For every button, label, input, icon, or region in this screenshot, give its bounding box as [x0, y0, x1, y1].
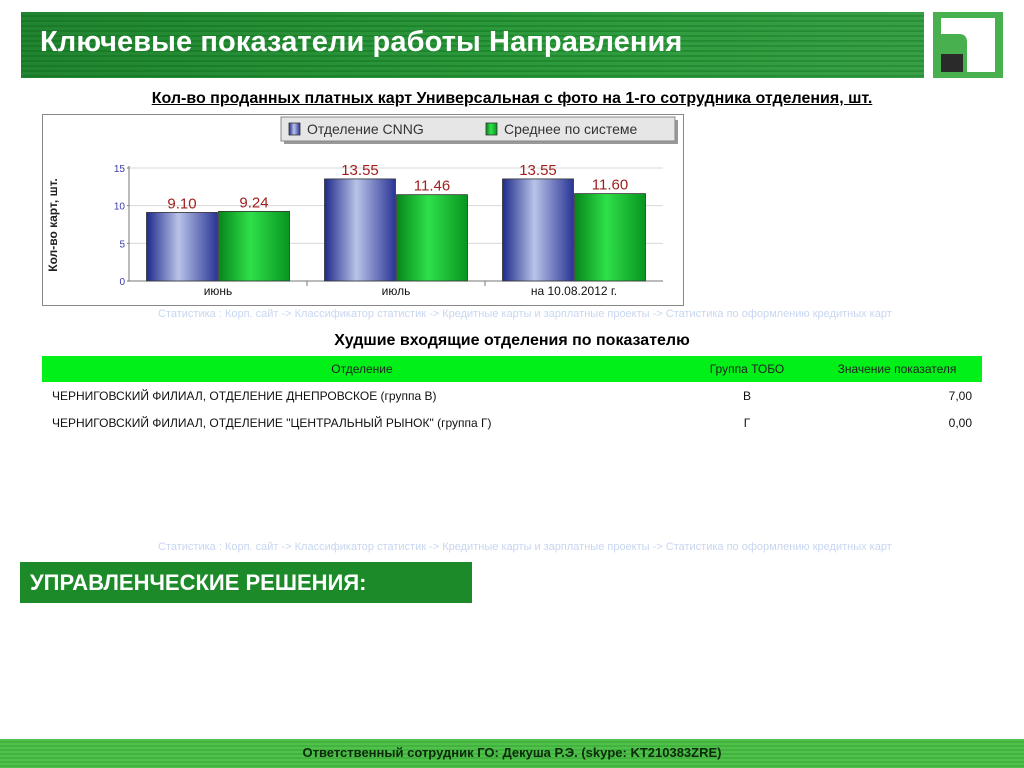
- bar-average: [574, 193, 646, 282]
- cell-group: Г: [743, 415, 751, 430]
- cell-group: В: [742, 388, 751, 403]
- bar-average: [396, 194, 468, 282]
- legend-label: Отделение CNNG: [307, 121, 424, 137]
- x-tick-label: июнь: [204, 284, 233, 298]
- legend-swatch: [485, 122, 498, 136]
- legend-swatch: [288, 122, 301, 136]
- column-header-value[interactable]: Значение показателя: [812, 362, 982, 376]
- bank-logo: [933, 12, 1003, 78]
- footer-contact: Ответственный сотрудник ГО: Декуша Р.Э. …: [302, 745, 722, 760]
- data-label: 13.55: [519, 162, 557, 179]
- y-tick-label: 0: [119, 277, 125, 288]
- bar-office: [502, 178, 574, 282]
- table-row: ЧЕРНИГОВСКИЙ ФИЛИАЛ, ОТДЕЛЕНИЕ "ЦЕНТРАЛЬ…: [42, 409, 982, 436]
- cell-value: 7,00: [948, 388, 972, 403]
- column-header-office[interactable]: Отделение: [42, 362, 682, 376]
- chart-title: Кол-во проданных платных карт Универсаль…: [151, 90, 873, 107]
- y-tick-label: 10: [114, 202, 126, 213]
- bar-chart: Кол-во карт, шт. 0 5 10 15 9.10 9.24 июнь 13.55 1…: [42, 114, 684, 306]
- cell-value: 0,00: [948, 415, 972, 430]
- breadcrumb-link-bottom[interactable]: Статистика : Корп. сайт -> Классификатор…: [158, 541, 1016, 553]
- worst-table: Отделение Группа ТОБО Значение показател…: [42, 356, 982, 436]
- breadcrumb-link-top[interactable]: Статистика : Корп. сайт -> Классификатор…: [158, 308, 1016, 320]
- data-label: 11.46: [414, 178, 450, 195]
- bar-office: [324, 178, 396, 282]
- data-label: 9.24: [239, 194, 268, 211]
- chart-canvas: Кол-во карт, шт. 0 5 10 15 9.10 9.24 июнь 13.55 1…: [46, 116, 678, 298]
- x-tick-label: на 10.08.2012 г.: [531, 284, 617, 298]
- y-tick-label: 15: [114, 164, 126, 175]
- column-header-group[interactable]: Группа ТОБО: [682, 362, 812, 376]
- page-title: Ключевые показатели работы Направления: [40, 26, 683, 58]
- cell-office: ЧЕРНИГОВСКИЙ ФИЛИАЛ, ОТДЕЛЕНИЕ ДНЕПРОВСК…: [52, 388, 437, 403]
- data-label: 9.10: [167, 195, 196, 212]
- y-axis-label: Кол-во карт, шт.: [46, 178, 60, 272]
- data-label: 11.60: [592, 177, 628, 194]
- data-label: 13.55: [341, 162, 379, 179]
- cell-office: ЧЕРНИГОВСКИЙ ФИЛИАЛ, ОТДЕЛЕНИЕ "ЦЕНТРАЛЬ…: [52, 415, 492, 430]
- worst-table-title: Худшие входящие отделения по показателю: [334, 332, 690, 349]
- bar-office: [146, 212, 218, 282]
- table-row: ЧЕРНИГОВСКИЙ ФИЛИАЛ, ОТДЕЛЕНИЕ ДНЕПРОВСК…: [42, 382, 982, 409]
- decisions-heading: УПРАВЛЕНЧЕСКИЕ РЕШЕНИЯ:: [20, 562, 472, 603]
- legend-label: Среднее по системе: [504, 121, 637, 137]
- bar-average: [218, 210, 290, 282]
- y-tick-label: 5: [119, 239, 125, 250]
- x-tick-label: июль: [382, 284, 411, 298]
- table-header: Отделение Группа ТОБО Значение показател…: [42, 356, 982, 382]
